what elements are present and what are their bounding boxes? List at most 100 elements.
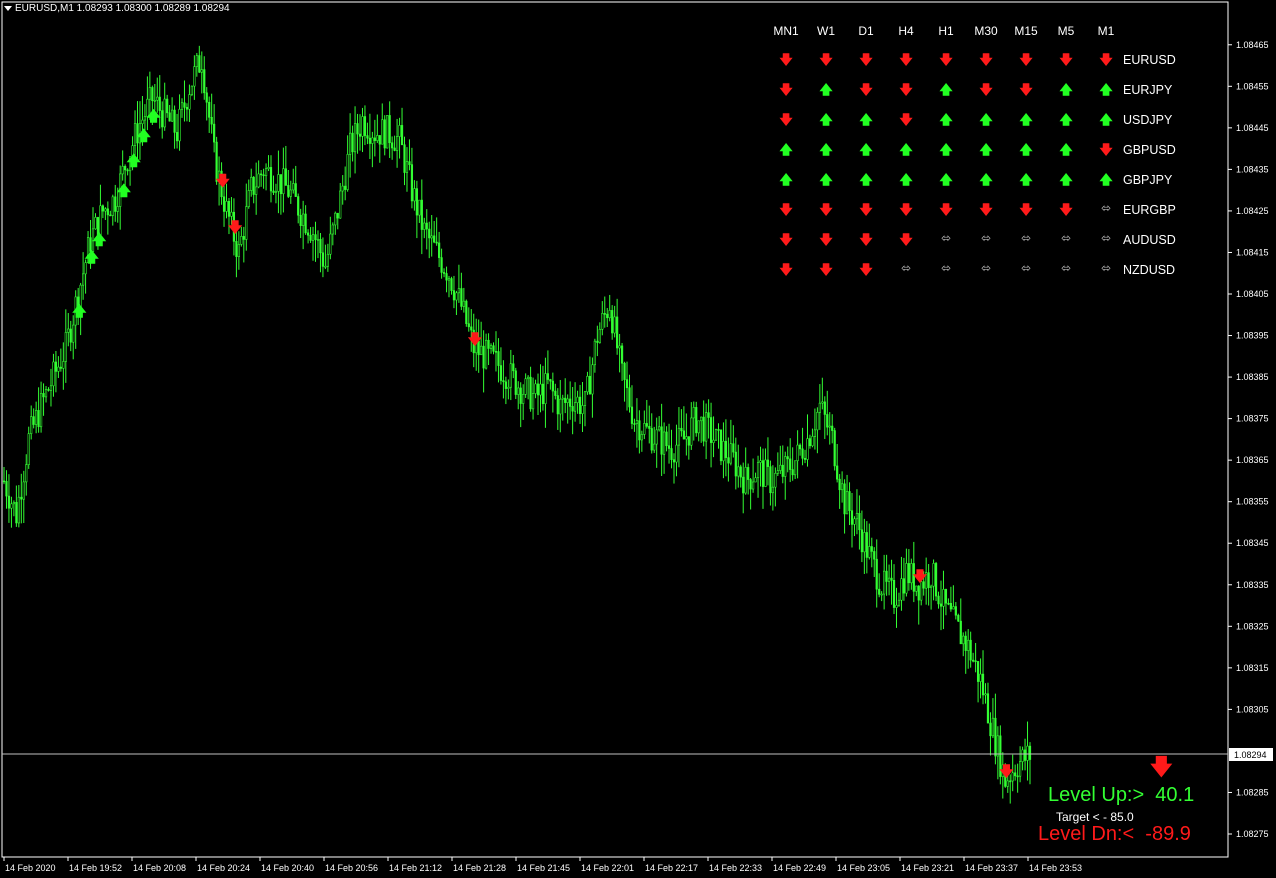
up-arrow-icon: 🡅 — [117, 184, 132, 200]
timeframe-header: H1 — [938, 24, 954, 38]
candle — [507, 379, 510, 400]
symbol-label: EURGBP — [1123, 203, 1176, 217]
candle — [551, 372, 554, 413]
up-arrow-icon: 🡅 — [1099, 83, 1113, 98]
candle — [450, 276, 453, 295]
candle — [395, 118, 399, 168]
neutral-arrow-icon: ⬄ — [1020, 261, 1032, 275]
up-arrow-icon: 🡅 — [1059, 83, 1073, 98]
candle — [20, 473, 23, 524]
candle — [771, 465, 774, 511]
up-arrow-icon: 🡅 — [127, 154, 142, 170]
candle — [845, 474, 849, 515]
current-price-label: 1.08294 — [1234, 750, 1267, 760]
candle — [534, 379, 537, 399]
candle — [539, 364, 542, 413]
candle — [979, 658, 982, 699]
candle — [284, 145, 287, 186]
candle — [665, 426, 668, 452]
candle — [349, 113, 352, 178]
neutral-arrow-icon: ⬄ — [1060, 231, 1072, 245]
candle — [482, 330, 485, 393]
candle — [709, 402, 713, 468]
down-arrow-icon: 🡇 — [899, 83, 913, 98]
up-arrow-icon: 🡅 — [819, 173, 833, 188]
candle — [386, 115, 389, 149]
candle — [714, 428, 718, 441]
candle — [806, 414, 809, 467]
down-arrow-icon: 🡇 — [779, 203, 793, 218]
candle — [57, 356, 60, 378]
candle — [42, 383, 45, 416]
candle — [1021, 746, 1024, 771]
candle — [425, 209, 428, 250]
candle — [67, 313, 70, 347]
candle — [536, 373, 540, 416]
candle — [581, 381, 584, 433]
candle — [989, 712, 992, 756]
candle — [178, 94, 181, 151]
candle — [858, 495, 861, 550]
up-arrow-icon: 🡅 — [779, 173, 793, 188]
candle — [297, 193, 300, 224]
up-arrow-icon: 🡅 — [136, 129, 151, 145]
candle — [462, 287, 465, 313]
candle — [198, 45, 201, 74]
neutral-arrow-icon: ⬄ — [1020, 231, 1032, 245]
candle — [937, 591, 940, 609]
candle — [235, 231, 238, 278]
candle — [784, 451, 787, 500]
candle — [781, 445, 784, 484]
down-arrow-icon: 🡇 — [979, 203, 993, 218]
candle — [195, 52, 198, 77]
y-tick-label: 1.08465 — [1236, 40, 1269, 50]
down-arrow-icon: 🡇 — [979, 53, 993, 68]
candle — [267, 155, 270, 172]
x-tick-label: 14 Feb 20:08 — [133, 863, 186, 873]
candle — [737, 444, 740, 488]
candle — [873, 547, 876, 578]
x-tick-label: 14 Feb 23:53 — [1029, 863, 1082, 873]
x-tick-label: 14 Feb 19:52 — [69, 863, 122, 873]
candle — [690, 402, 693, 450]
candle — [573, 382, 577, 422]
candle — [361, 107, 364, 153]
down-arrow-icon: 🡇 — [859, 233, 873, 248]
candle — [351, 125, 354, 162]
symbol-label: NZDUSD — [1123, 263, 1176, 277]
candle — [509, 349, 512, 401]
candle — [774, 467, 777, 507]
candle — [366, 122, 369, 145]
dropdown-icon[interactable] — [4, 5, 12, 11]
candle — [499, 347, 503, 385]
timeframe-header: M15 — [1014, 24, 1038, 38]
y-tick-label: 1.08315 — [1236, 663, 1269, 673]
x-tick-label: 14 Feb 23:05 — [837, 863, 890, 873]
candle — [1028, 742, 1032, 785]
candle — [934, 561, 938, 602]
candle — [111, 194, 114, 226]
down-arrow-icon: 🡇 — [899, 203, 913, 218]
level-up-label: Level Up:> 40.1 — [1048, 784, 1195, 806]
candle — [749, 478, 752, 510]
candle — [299, 208, 302, 239]
candle — [44, 386, 48, 403]
candle — [559, 379, 562, 433]
candle — [306, 229, 310, 244]
up-arrow-icon: 🡅 — [1019, 143, 1033, 158]
candle — [205, 87, 208, 121]
y-tick-label: 1.08285 — [1236, 787, 1269, 797]
neutral-arrow-icon: ⬄ — [980, 231, 992, 245]
candle — [727, 437, 730, 482]
candle — [316, 230, 320, 259]
candle — [25, 454, 28, 496]
candle — [860, 510, 863, 563]
candle — [969, 631, 972, 668]
candle — [430, 215, 433, 257]
candle — [601, 301, 604, 336]
down-arrow-icon: 🡇 — [819, 53, 833, 68]
candle — [5, 470, 8, 509]
timeframe-header: W1 — [817, 24, 835, 38]
candle — [381, 103, 384, 145]
down-arrow-icon: 🡇 — [939, 203, 953, 218]
